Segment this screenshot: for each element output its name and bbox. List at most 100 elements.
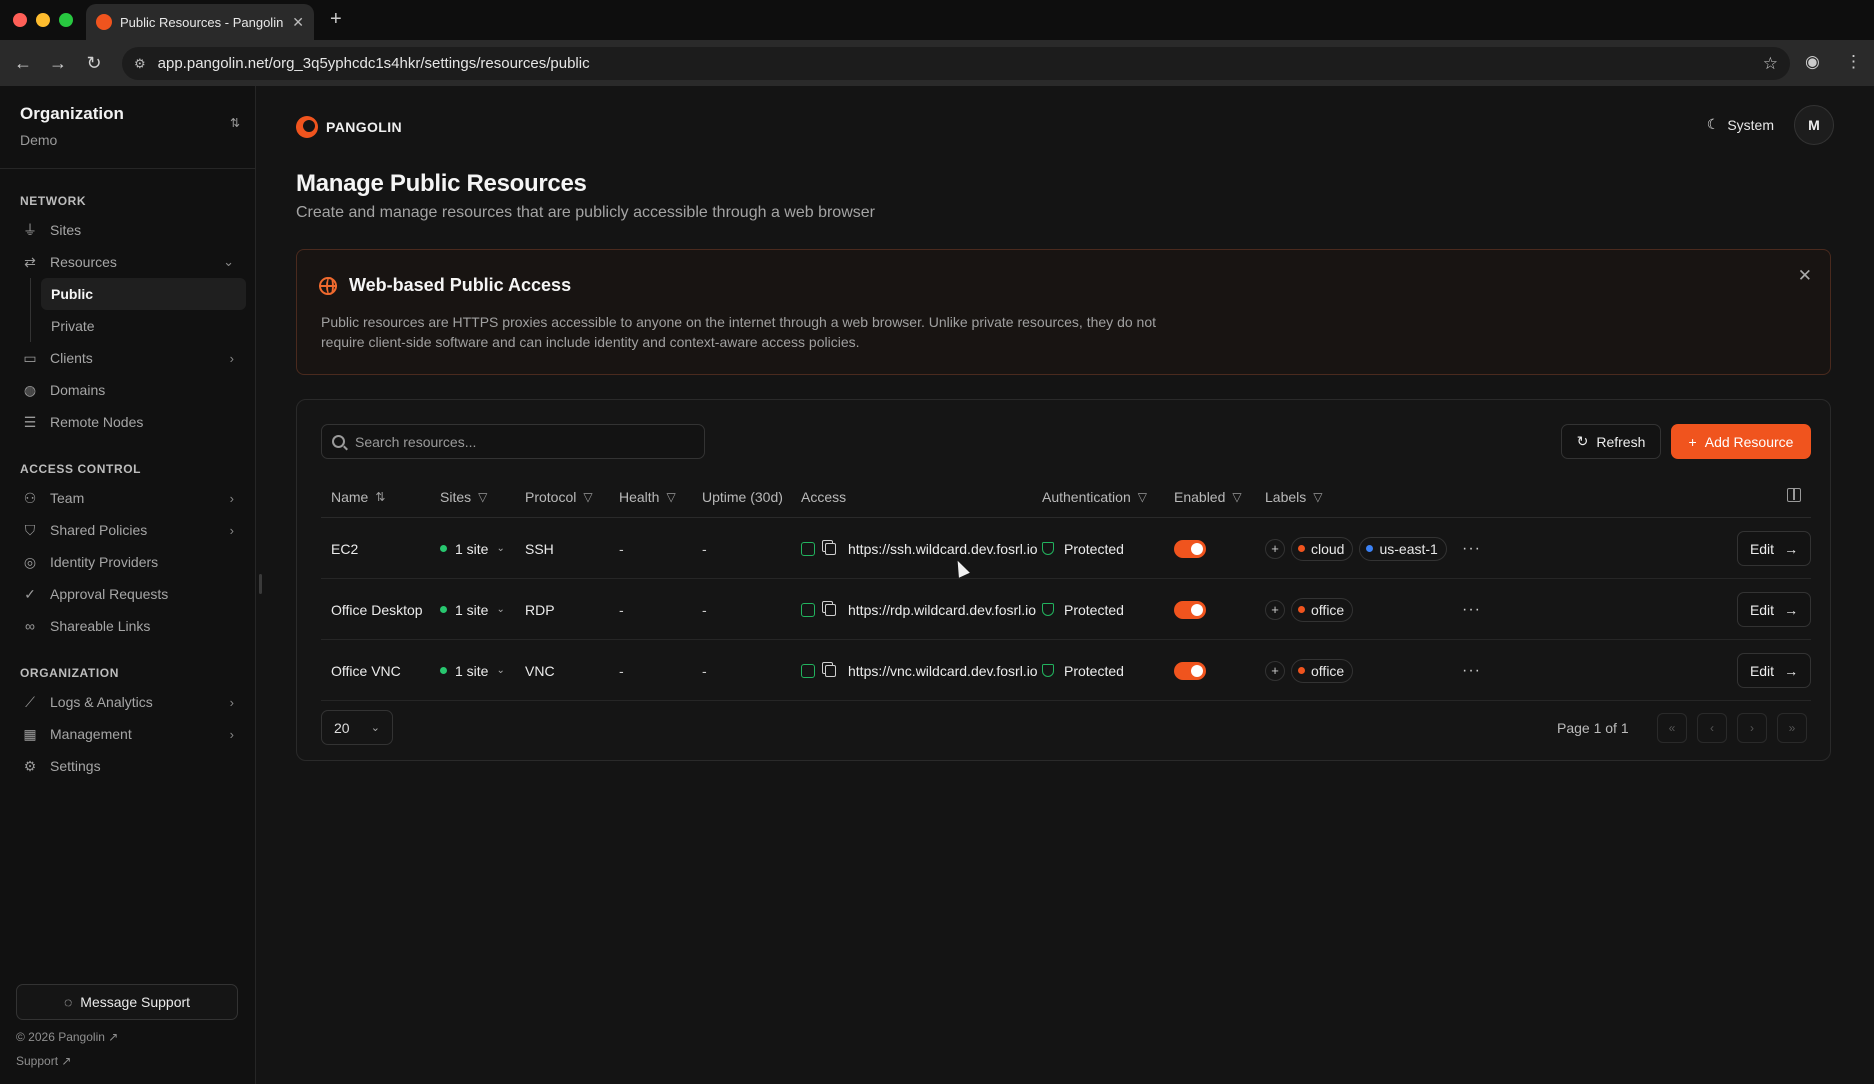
filter-icon[interactable]: ▽ <box>1313 490 1322 504</box>
back-icon[interactable]: ← <box>12 52 34 74</box>
sidebar-item-resources[interactable]: ⇄ Resources ⌄ <box>20 246 246 278</box>
refresh-button[interactable]: ↻ Refresh <box>1561 424 1661 459</box>
search-icon <box>332 435 345 448</box>
sites-dropdown[interactable]: 1 site ⌄ <box>440 640 505 701</box>
label-chip[interactable]: office <box>1291 597 1354 622</box>
add-label-button[interactable]: + <box>1265 538 1285 559</box>
close-window-button[interactable] <box>13 13 27 27</box>
label-chip[interactable]: cloud <box>1291 536 1354 561</box>
minimize-window-button[interactable] <box>36 13 50 27</box>
label-chip[interactable]: office <box>1291 658 1354 683</box>
support-link[interactable]: Support ↗ <box>16 1054 71 1068</box>
more-actions-icon[interactable]: ··· <box>1462 662 1481 680</box>
message-support-label: Message Support <box>80 994 191 1010</box>
profile-icon[interactable]: ◉ <box>1805 52 1820 72</box>
brand[interactable]: PANGOLIN <box>296 116 402 138</box>
row-actions-cell: ··· <box>1462 640 1481 701</box>
sidebar-item-identity-providers[interactable]: ◎ Identity Providers <box>20 546 246 578</box>
sidebar-divider <box>0 168 256 169</box>
enabled-toggle[interactable] <box>1174 600 1206 619</box>
bookmark-star-icon[interactable]: ☆ <box>1763 54 1778 74</box>
sidebar-item-settings[interactable]: ⚙ Settings <box>20 750 246 782</box>
url-text[interactable]: app.pangolin.net/org_3q5yphcdc1s4hkr/set… <box>158 55 1751 72</box>
copy-icon[interactable] <box>825 603 836 616</box>
enabled-toggle[interactable] <box>1174 661 1206 680</box>
add-resource-button[interactable]: + Add Resource <box>1671 424 1811 459</box>
access-url[interactable]: https://ssh.wildcard.dev.fosrl.io <box>848 541 1038 557</box>
column-header-name[interactable]: Name ⇅ <box>331 489 385 505</box>
access-url[interactable]: https://rdp.wildcard.dev.fosrl.io <box>848 602 1036 618</box>
filter-icon[interactable]: ▽ <box>1138 490 1147 504</box>
sites-dropdown[interactable]: 1 site ⌄ <box>440 579 505 640</box>
sidebar-item-logs-analytics[interactable]: ⟋ Logs & Analytics › <box>20 686 246 718</box>
theme-toggle-button[interactable]: ☾ System <box>1707 116 1774 133</box>
close-icon[interactable]: ✕ <box>1798 266 1812 286</box>
org-switcher[interactable]: Organization Demo ⇅ <box>20 104 240 154</box>
message-support-button[interactable]: ◌ Message Support <box>16 984 238 1020</box>
tab-close-icon[interactable]: ✕ <box>292 14 304 31</box>
sort-icon[interactable]: ⇅ <box>375 490 385 504</box>
sidebar-item-approval-requests[interactable]: ✓ Approval Requests <box>20 578 246 610</box>
sites-dropdown[interactable]: 1 site ⌄ <box>440 518 505 579</box>
reload-icon[interactable]: ↻ <box>83 52 105 74</box>
copy-icon[interactable] <box>825 542 836 555</box>
chevron-right-icon: › <box>229 726 234 742</box>
connect-icon[interactable] <box>801 602 815 617</box>
sites-count: 1 site <box>455 662 489 679</box>
add-label-button[interactable]: + <box>1265 660 1285 681</box>
avatar[interactable]: M <box>1794 105 1834 145</box>
sidebar-item-remote-nodes[interactable]: ☰ Remote Nodes <box>20 406 246 438</box>
filter-icon[interactable]: ▽ <box>666 490 675 504</box>
more-actions-icon[interactable]: ··· <box>1462 540 1481 558</box>
copy-icon[interactable] <box>825 664 836 677</box>
edit-button[interactable]: Edit → <box>1737 653 1811 688</box>
last-page-button[interactable]: » <box>1777 713 1807 743</box>
browser-menu-icon[interactable]: ⋮ <box>1845 52 1862 72</box>
sidebar-item-clients[interactable]: ▭ Clients › <box>20 342 246 374</box>
sidebar-item-public[interactable]: Public <box>41 278 246 310</box>
edit-button[interactable]: Edit → <box>1737 531 1811 566</box>
connect-icon[interactable] <box>801 541 815 556</box>
search-box[interactable] <box>321 424 705 459</box>
filter-icon[interactable]: ▽ <box>1232 490 1241 504</box>
label-chip[interactable]: us-east-1 <box>1359 536 1447 561</box>
filter-icon[interactable]: ▽ <box>478 490 487 504</box>
label-dot-icon <box>1298 667 1305 674</box>
callout-title: Web-based Public Access <box>349 275 572 295</box>
add-label-button[interactable]: + <box>1265 599 1285 620</box>
search-input[interactable] <box>355 433 675 450</box>
maximize-window-button[interactable] <box>59 13 73 27</box>
columns-toggle-icon[interactable] <box>1787 488 1801 502</box>
page-size-select[interactable]: 20 ⌄ <box>321 710 393 745</box>
forward-icon[interactable]: → <box>47 52 69 74</box>
sidebar-item-shareable-links[interactable]: ∞ Shareable Links <box>20 610 246 642</box>
site-settings-icon[interactable]: ⚙ <box>134 56 146 72</box>
sidebar-item-private[interactable]: Private <box>41 310 246 342</box>
column-header-labels: Labels ▽ <box>1265 489 1323 505</box>
edit-button[interactable]: Edit → <box>1737 592 1811 627</box>
globe-icon <box>319 277 337 295</box>
filter-icon[interactable]: ▽ <box>583 490 592 504</box>
auth-cell: Protected <box>1042 518 1124 579</box>
shield-check-icon <box>1042 603 1054 616</box>
sidebar-item-domains[interactable]: ◍ Domains <box>20 374 246 406</box>
enabled-toggle[interactable] <box>1174 539 1206 558</box>
access-url[interactable]: https://vnc.wildcard.dev.fosrl.io <box>848 663 1038 679</box>
more-actions-icon[interactable]: ··· <box>1462 601 1481 619</box>
address-bar[interactable]: ⚙ app.pangolin.net/org_3q5yphcdc1s4hkr/s… <box>122 47 1790 80</box>
next-page-button[interactable]: › <box>1737 713 1767 743</box>
health: - <box>619 662 624 679</box>
sidebar-item-team[interactable]: ⚇ Team › <box>20 482 246 514</box>
sidebar-item-shared-policies[interactable]: ⛉ Shared Policies › <box>20 514 246 546</box>
new-tab-icon[interactable]: + <box>330 8 342 31</box>
copyright-link[interactable]: © 2026 Pangolin ↗ <box>16 1030 118 1044</box>
sidebar-item-management[interactable]: ▦ Management › <box>20 718 246 750</box>
sidebar-item-label: Settings <box>50 758 101 774</box>
column-header-health: Health ▽ <box>619 489 676 505</box>
browser-tab[interactable]: Public Resources - Pangolin ✕ <box>86 4 314 40</box>
connect-icon[interactable] <box>801 663 815 678</box>
first-page-button[interactable]: « <box>1657 713 1687 743</box>
sidebar-item-sites[interactable]: ⏚ Sites <box>20 214 246 246</box>
chevron-down-icon: ⌄ <box>223 254 234 269</box>
prev-page-button[interactable]: ‹ <box>1697 713 1727 743</box>
